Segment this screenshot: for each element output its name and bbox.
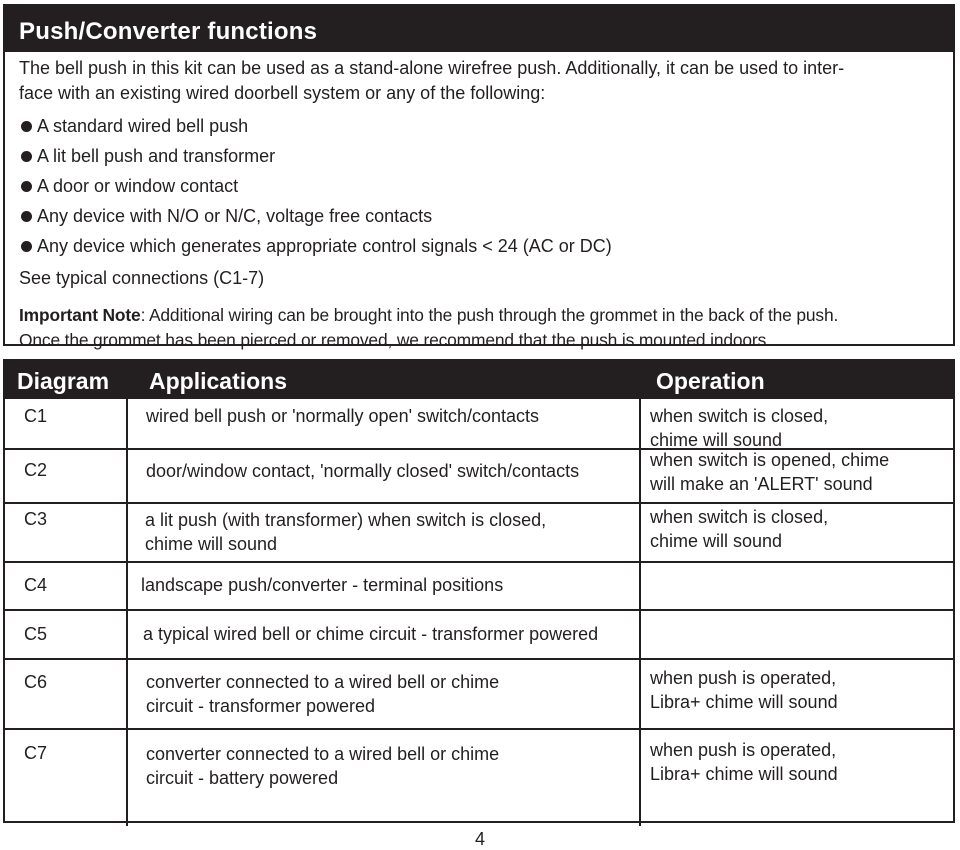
table-row: C2 door/window contact, 'normally closed… bbox=[5, 448, 953, 502]
list-item: Any device with N/O or N/C, voltage free… bbox=[19, 201, 939, 231]
list-item-text: Any device which generates appropriate c… bbox=[37, 235, 612, 256]
table-row: C7 converter connected to a wired bell o… bbox=[5, 728, 953, 826]
header-diagram: Diagram bbox=[17, 368, 110, 394]
list-item-text: Any device with N/O or N/C, voltage free… bbox=[37, 205, 433, 226]
bullet-icon bbox=[21, 120, 32, 132]
see-connections-text: See typical connections (C1-7) bbox=[19, 268, 265, 288]
section-title: Push/Converter functions bbox=[5, 6, 953, 52]
push-converter-functions-section: Push/Converter functions The bell push i… bbox=[3, 4, 955, 350]
diagram-cell: C6 bbox=[24, 672, 48, 692]
operation-cell: when switch is opened, chime will make a… bbox=[650, 450, 890, 494]
list-item-text: A door or window contact bbox=[37, 175, 239, 196]
bullet-icon bbox=[21, 210, 32, 222]
diagram-cell: C7 bbox=[24, 743, 48, 763]
list-item: A lit bell push and transformer bbox=[19, 141, 939, 171]
table-row: C5 a typical wired bell or chime circuit… bbox=[5, 609, 953, 658]
application-cell: a typical wired bell or chime circuit - … bbox=[143, 624, 599, 644]
operation-cell: when push is operated, Libra+ chime will… bbox=[650, 740, 838, 784]
note-label: Important Note bbox=[19, 305, 141, 325]
note-line-2: Once the grommet has been pierced or rem… bbox=[19, 330, 771, 350]
list-item: Any device which generates appropriate c… bbox=[19, 231, 939, 261]
operation-cell: when push is operated, Libra+ chime will… bbox=[650, 668, 838, 712]
important-note: Important Note: Additional wiring can be… bbox=[19, 303, 939, 353]
application-cell: converter connected to a wired bell or c… bbox=[146, 672, 500, 716]
list-item: A standard wired bell push bbox=[19, 111, 939, 141]
table-header: Diagram Applications Operation bbox=[5, 361, 953, 399]
intro-line-2: face with an existing wired doorbell sys… bbox=[19, 83, 546, 103]
header-operation: Operation bbox=[656, 368, 765, 394]
application-cell: converter connected to a wired bell or c… bbox=[146, 744, 500, 788]
diagram-cell: C3 bbox=[24, 509, 48, 529]
applications-table: Diagram Applications Operation C1 wired … bbox=[3, 359, 955, 826]
header-applications: Applications bbox=[149, 368, 288, 394]
diagram-cell: C4 bbox=[24, 575, 48, 595]
table-row: C3 a lit push (with transformer) when sw… bbox=[5, 502, 953, 561]
page-number: 4 bbox=[474, 829, 485, 849]
intro-line-1: The bell push in this kit can be used as… bbox=[19, 58, 845, 78]
operation-cell: when switch is closed, chime will sound bbox=[650, 406, 829, 450]
operation-cell: when switch is closed, chime will sound bbox=[650, 507, 829, 551]
table-row: C4 landscape push/converter - terminal p… bbox=[5, 561, 953, 609]
table-row: C6 converter connected to a wired bell o… bbox=[5, 658, 953, 728]
table-row: C1 wired bell push or 'normally open' sw… bbox=[5, 399, 953, 450]
list-item-text: A lit bell push and transformer bbox=[37, 145, 276, 166]
application-cell: landscape push/converter - terminal posi… bbox=[141, 575, 504, 595]
diagram-cell: C2 bbox=[24, 460, 48, 480]
bullet-icon bbox=[21, 240, 32, 252]
note-text: : Additional wiring can be brought into … bbox=[140, 305, 839, 325]
application-cell: a lit push (with transformer) when switc… bbox=[145, 510, 547, 554]
table-body: C1 wired bell push or 'normally open' sw… bbox=[5, 399, 953, 826]
list-item: A door or window contact bbox=[19, 171, 939, 201]
intro-paragraph: The bell push in this kit can be used as… bbox=[19, 56, 939, 106]
diagram-cell: C1 bbox=[24, 406, 48, 426]
bullet-icon bbox=[21, 150, 32, 162]
application-cell: door/window contact, 'normally closed' s… bbox=[146, 461, 580, 481]
device-list: A standard wired bell push A lit bell pu… bbox=[19, 111, 939, 261]
application-cell: wired bell push or 'normally open' switc… bbox=[146, 406, 540, 426]
bullet-icon bbox=[21, 180, 32, 192]
diagram-cell: C5 bbox=[24, 624, 48, 644]
list-item-text: A standard wired bell push bbox=[37, 115, 249, 136]
